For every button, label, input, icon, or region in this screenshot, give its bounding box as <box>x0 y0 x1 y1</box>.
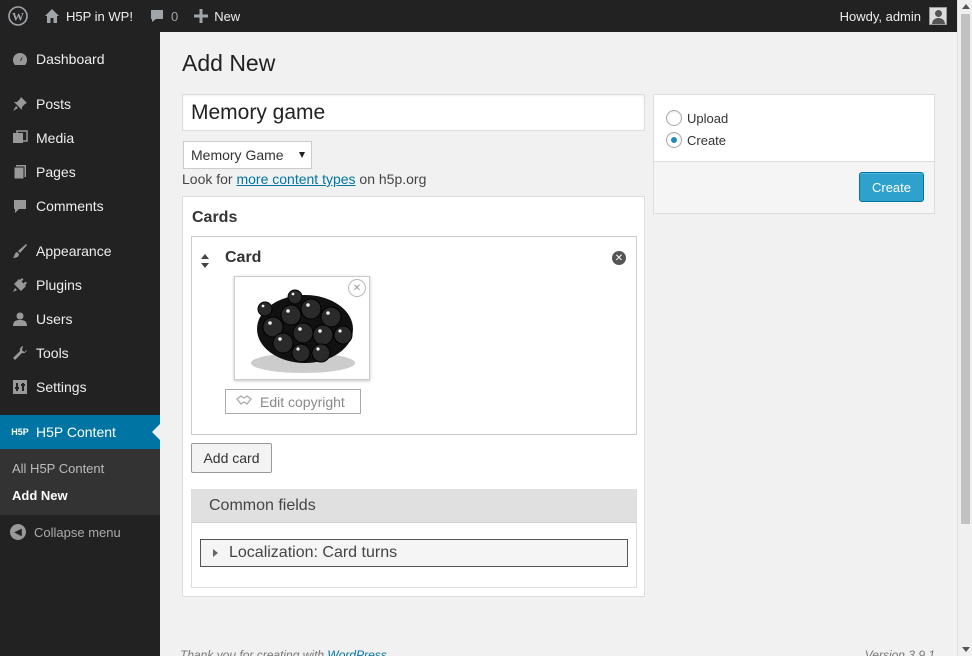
sidebar-item-posts[interactable]: Posts <box>0 87 160 121</box>
sidebar-item-label: Appearance <box>36 243 112 259</box>
upload-radio-option[interactable]: Upload <box>666 110 728 126</box>
footer-version: Version 3.9.1 <box>864 648 935 656</box>
svg-text:W: W <box>12 10 24 24</box>
sidebar-item-users[interactable]: Users <box>0 302 160 336</box>
upload-radio[interactable] <box>666 110 682 126</box>
sidebar-item-label: Plugins <box>36 277 82 293</box>
admin-bar: W H5P in WP! 0 New Howdy, admin <box>0 0 957 32</box>
action-panel-footer: Create <box>654 161 934 213</box>
avatar <box>929 7 947 25</box>
wrench-icon <box>10 343 30 363</box>
more-content-types-link[interactable]: more content types <box>236 171 355 187</box>
site-name-link[interactable]: H5P in WP! <box>36 0 141 32</box>
page-scrollbar[interactable] <box>957 0 972 656</box>
plus-icon <box>194 9 209 23</box>
main-content: Add New Memory Game Look for more conten… <box>160 32 957 656</box>
collapse-menu-label: Collapse menu <box>34 524 121 540</box>
comments-link[interactable]: 0 <box>141 0 186 32</box>
submenu-item-add-new[interactable]: Add New <box>0 482 160 509</box>
common-fields-header[interactable]: Common fields <box>192 490 636 523</box>
site-name: H5P in WP! <box>66 8 133 24</box>
look-for-suffix: on h5p.org <box>355 171 427 187</box>
user-icon <box>10 309 30 329</box>
sidebar-item-dashboard[interactable]: Dashboard <box>0 42 160 76</box>
comment-icon <box>10 196 30 216</box>
sidebar-item-h5p-content[interactable]: H5P H5P Content <box>0 415 160 449</box>
create-button[interactable]: Create <box>859 172 924 202</box>
collapse-menu-button[interactable]: ◀ Collapse menu <box>0 515 160 549</box>
wordpress-logo-icon[interactable]: W <box>0 0 36 32</box>
howdy-greeting: Howdy, admin <box>839 8 921 24</box>
cards-label: Cards <box>192 209 238 226</box>
media-icon <box>10 128 30 148</box>
create-radio-option[interactable]: Create <box>666 132 726 148</box>
comment-icon <box>149 8 165 24</box>
remove-card-icon[interactable]: ✕ <box>612 251 626 265</box>
footer-thanks-prefix: Thank you for creating with <box>180 648 328 656</box>
scroll-down-arrow-icon[interactable] <box>962 647 970 652</box>
look-for-prefix: Look for <box>182 171 237 187</box>
handshake-icon <box>236 394 252 409</box>
settings-icon <box>10 377 30 397</box>
sidebar-item-label: Posts <box>36 96 72 112</box>
new-label: New <box>214 8 241 24</box>
plug-icon <box>10 275 30 295</box>
sidebar-item-label: Tools <box>36 345 69 361</box>
remove-image-icon[interactable]: ✕ <box>348 279 366 297</box>
footer-thanks: Thank you for creating with WordPress <box>180 648 387 656</box>
scrollbar-thumb[interactable] <box>961 14 970 524</box>
comments-count: 0 <box>170 8 179 24</box>
action-panel: Upload Create Create <box>653 94 935 214</box>
library-select-value: Memory Game <box>191 147 284 163</box>
expand-arrow-icon <box>213 549 218 557</box>
scroll-up-arrow-icon[interactable] <box>962 4 970 9</box>
look-for-text: Look for more content types on h5p.org <box>182 171 426 187</box>
reorder-handle-icon[interactable] <box>200 253 210 269</box>
sidebar-item-appearance[interactable]: Appearance <box>0 234 160 268</box>
sidebar-item-plugins[interactable]: Plugins <box>0 268 160 302</box>
h5p-submenu: All H5P Content Add New <box>0 449 160 515</box>
brush-icon <box>10 241 30 261</box>
sidebar-item-pages[interactable]: Pages <box>0 155 160 189</box>
h5p-icon: H5P <box>11 427 29 437</box>
localization-label: Localization: Card turns <box>229 544 398 561</box>
sidebar-item-label: Dashboard <box>36 51 105 67</box>
sidebar-item-label: H5P Content <box>36 424 116 440</box>
sidebar-item-label: Settings <box>36 379 87 395</box>
edit-copyright-button[interactable]: Edit copyright <box>225 389 361 414</box>
common-fields-group: Common fields Localization: Card turns <box>191 489 637 588</box>
sidebar-item-label: Media <box>36 130 75 146</box>
localization-card-turns-group[interactable]: Localization: Card turns <box>200 539 628 567</box>
sidebar-item-media[interactable]: Media <box>0 121 160 155</box>
edit-copyright-label: Edit copyright <box>260 393 345 410</box>
card-title: Card <box>225 249 262 266</box>
sidebar-item-settings[interactable]: Settings <box>0 370 160 404</box>
pages-icon <box>10 162 30 182</box>
new-content-link[interactable]: New <box>186 0 248 32</box>
admin-sidebar: Dashboard Posts Media Pages Comments App… <box>0 32 160 656</box>
my-account-link[interactable]: Howdy, admin <box>832 0 957 32</box>
create-radio[interactable] <box>666 132 682 148</box>
h5p-editor: Cards Card ✕ ✕ Edit copyright Add card C… <box>182 196 645 597</box>
pin-icon <box>10 94 30 114</box>
create-radio-label: Create <box>687 132 727 148</box>
upload-radio-label: Upload <box>687 110 729 126</box>
sidebar-item-label: Users <box>36 311 73 327</box>
footer: Thank you for creating with WordPress Ve… <box>180 648 935 656</box>
sidebar-item-label: Comments <box>36 198 104 214</box>
sidebar-item-label: Pages <box>36 164 76 180</box>
sidebar-item-tools[interactable]: Tools <box>0 336 160 370</box>
sidebar-item-comments[interactable]: Comments <box>0 189 160 223</box>
page-title: Add New <box>182 50 276 76</box>
submenu-item-all-h5p-content[interactable]: All H5P Content <box>0 455 160 482</box>
title-input[interactable] <box>182 94 645 131</box>
add-card-button[interactable]: Add card <box>191 443 272 473</box>
dashboard-icon <box>10 49 30 69</box>
chevron-down-icon <box>299 152 305 158</box>
card-item: Card ✕ ✕ Edit copyright <box>191 236 637 435</box>
library-select[interactable]: Memory Game <box>183 141 312 169</box>
home-icon <box>44 8 60 24</box>
collapse-arrow-icon: ◀ <box>10 524 26 540</box>
wordpress-link[interactable]: WordPress <box>327 648 386 656</box>
